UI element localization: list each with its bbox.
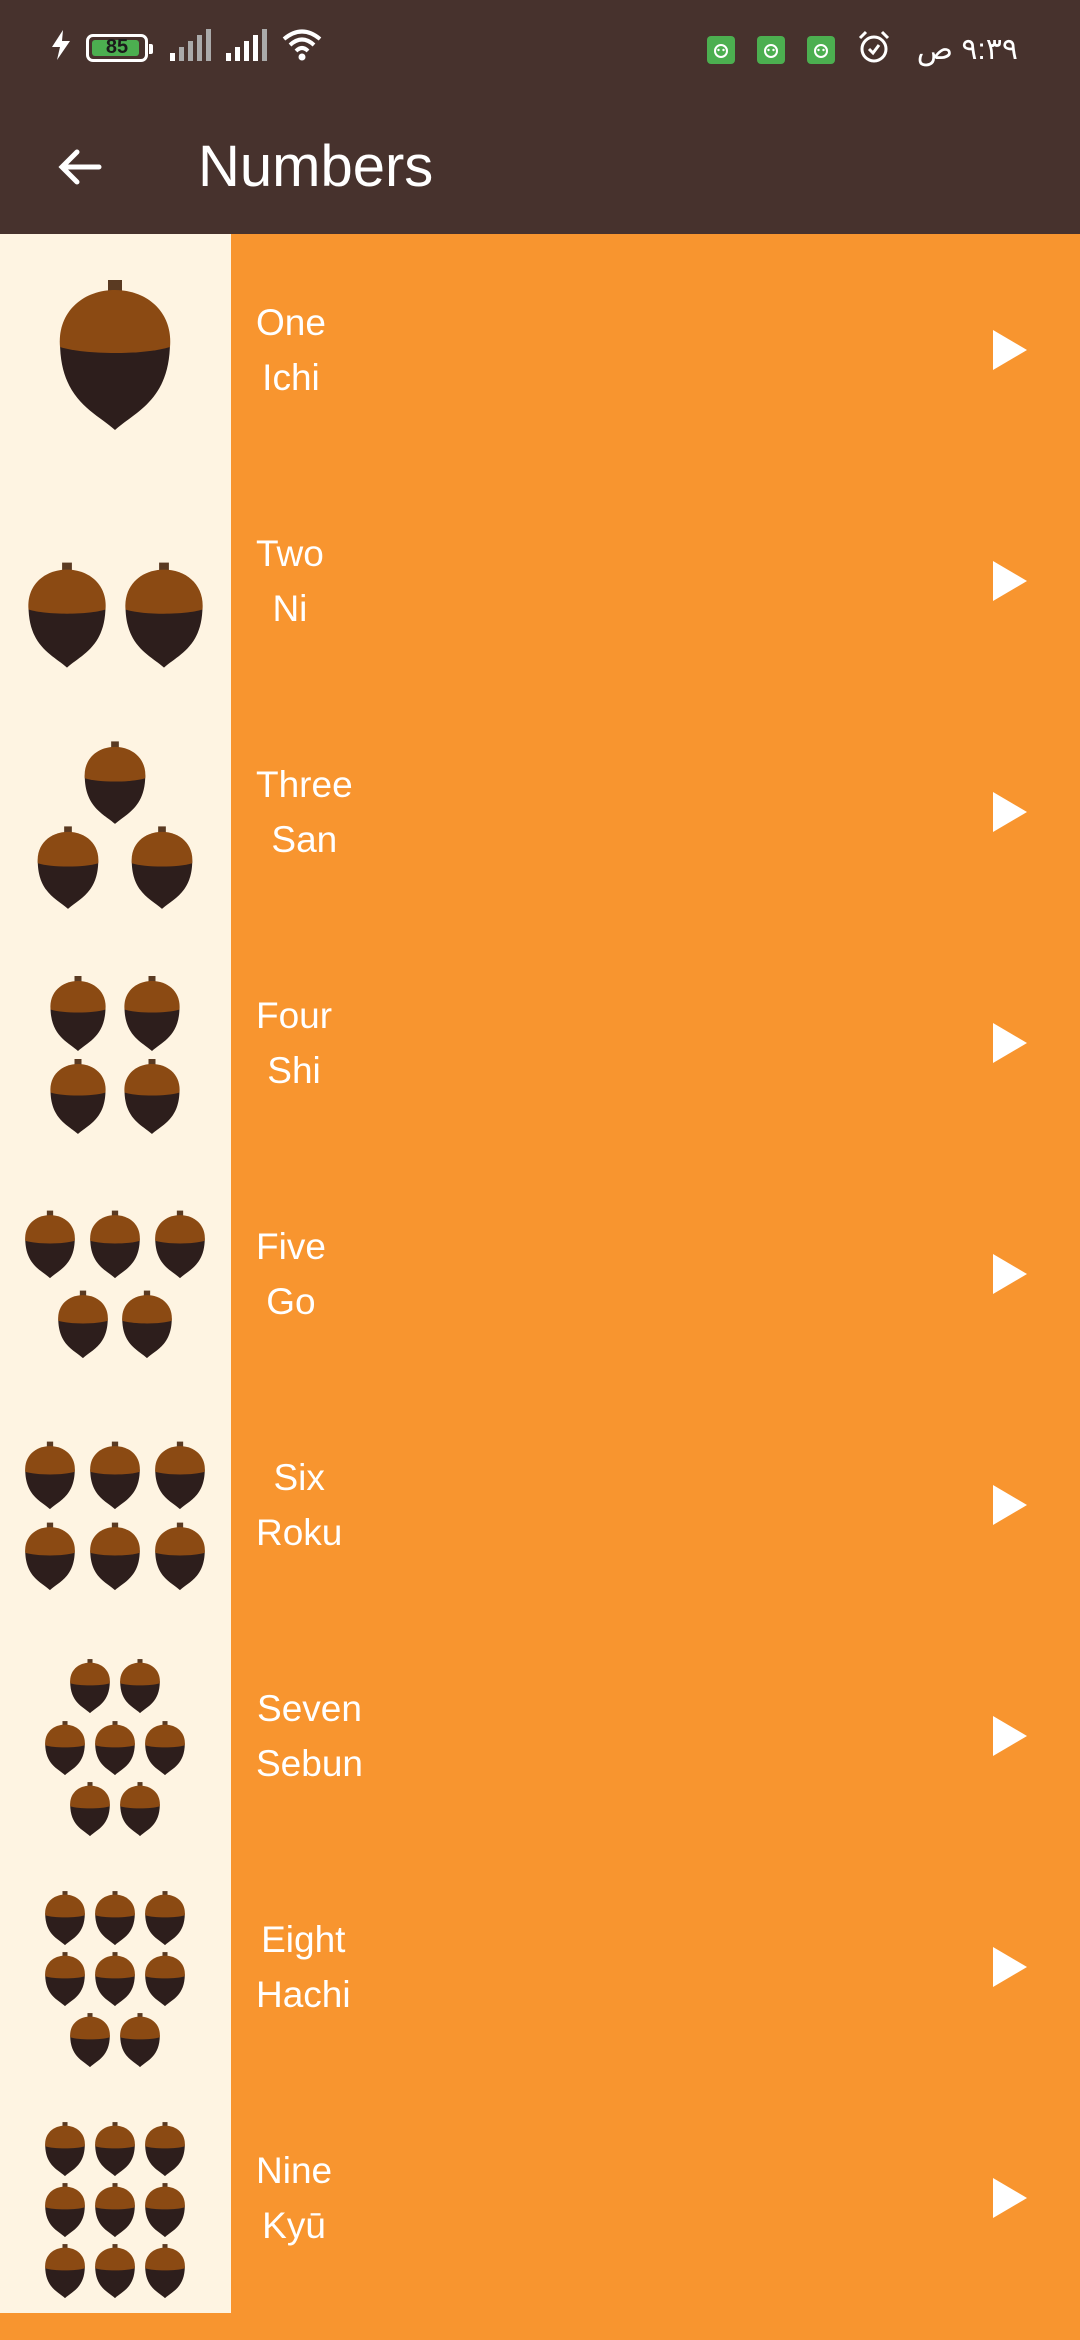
wifi-icon: [282, 28, 322, 67]
number-row[interactable]: Nine Kyū: [0, 2082, 1080, 2313]
play-button[interactable]: [985, 556, 1035, 606]
acorn-image: [0, 1620, 231, 1851]
number-content: Six Roku: [231, 1389, 1080, 1620]
play-icon: [993, 1946, 1027, 1987]
play-icon: [993, 1715, 1027, 1756]
acorn-image: [0, 234, 231, 465]
play-icon: [993, 1022, 1027, 1063]
english-word: Nine: [256, 2149, 333, 2191]
arrow-left-icon: [58, 149, 102, 185]
english-word: Three: [256, 763, 353, 805]
signal-icon: [226, 29, 268, 66]
acorn-image: [0, 1389, 231, 1620]
play-button[interactable]: [985, 1018, 1035, 1068]
numbers-list: One Ichi Two Ni Three San Four Shi Five …: [0, 234, 1080, 2313]
play-button[interactable]: [985, 325, 1035, 375]
acorn-image: [0, 2082, 231, 2313]
battery-level: 85: [105, 36, 129, 58]
japanese-word: Ichi: [262, 356, 320, 398]
japanese-word: Roku: [256, 1511, 343, 1553]
app-bar: Numbers: [0, 100, 1080, 234]
number-row[interactable]: Eight Hachi: [0, 1851, 1080, 2082]
japanese-word: San: [271, 818, 338, 860]
english-word: One: [256, 301, 326, 343]
number-row[interactable]: Four Shi: [0, 927, 1080, 1158]
play-icon: [993, 1484, 1027, 1525]
play-button[interactable]: [985, 2173, 1035, 2223]
number-content: Two Ni: [231, 465, 1080, 696]
signal-icon: [170, 29, 212, 66]
english-word: Two: [256, 532, 324, 574]
number-text: Three San: [256, 757, 353, 867]
japanese-word: Shi: [267, 1049, 321, 1091]
number-text: Four Shi: [256, 988, 332, 1098]
number-row[interactable]: Seven Sebun: [0, 1620, 1080, 1851]
english-word: Four: [256, 994, 333, 1036]
play-button[interactable]: [985, 1249, 1035, 1299]
number-content: Five Go: [231, 1158, 1080, 1389]
page-title: Numbers: [198, 134, 434, 199]
english-word: Six: [273, 1456, 325, 1498]
number-content: Nine Kyū: [231, 2082, 1080, 2313]
number-content: One Ichi: [231, 234, 1080, 465]
app-notification-icon: [756, 35, 785, 64]
acorn-image: [0, 465, 231, 696]
play-icon: [993, 560, 1027, 601]
number-row[interactable]: Five Go: [0, 1158, 1080, 1389]
app-notification-icon: [706, 35, 735, 64]
number-content: Three San: [231, 696, 1080, 927]
acorn-image: [0, 927, 231, 1158]
japanese-word: Kyū: [262, 2204, 326, 2246]
japanese-word: Go: [266, 1280, 316, 1322]
play-icon: [993, 791, 1027, 832]
number-content: Four Shi: [231, 927, 1080, 1158]
japanese-word: Ni: [272, 587, 308, 629]
acorn-image: [0, 696, 231, 927]
number-content: Eight Hachi: [231, 1851, 1080, 2082]
number-row[interactable]: One Ichi: [0, 234, 1080, 465]
number-content: Seven Sebun: [231, 1620, 1080, 1851]
number-text: Six Roku: [256, 1450, 342, 1560]
number-text: Two Ni: [256, 526, 324, 636]
back-button[interactable]: [40, 128, 118, 206]
number-text: Five Go: [256, 1219, 326, 1329]
english-word: Five: [256, 1225, 326, 1267]
play-button[interactable]: [985, 1711, 1035, 1761]
app-notification-icon: [806, 35, 835, 64]
status-bar: 85 ٩:٣٩ ص: [0, 0, 1080, 100]
number-text: Eight Hachi: [256, 1912, 351, 2022]
japanese-word: Sebun: [256, 1742, 363, 1784]
acorn-image: [0, 1158, 231, 1389]
number-text: One Ichi: [256, 295, 326, 405]
english-word: Seven: [257, 1687, 362, 1729]
number-row[interactable]: Three San: [0, 696, 1080, 927]
number-row[interactable]: Six Roku: [0, 1389, 1080, 1620]
charging-bolt-icon: [50, 30, 72, 65]
number-row[interactable]: Two Ni: [0, 465, 1080, 696]
status-time: ٩:٣٩ ص: [916, 33, 1018, 66]
play-icon: [993, 2177, 1027, 2218]
battery-icon: 85: [86, 33, 153, 62]
status-right: ٩:٣٩ ص: [706, 30, 1018, 69]
play-button[interactable]: [985, 1942, 1035, 1992]
status-left: 85: [50, 28, 322, 67]
play-button[interactable]: [985, 1480, 1035, 1530]
play-button[interactable]: [985, 787, 1035, 837]
acorn-image: [0, 1851, 231, 2082]
play-icon: [993, 329, 1027, 370]
japanese-word: Hachi: [256, 1973, 351, 2015]
number-text: Seven Sebun: [256, 1681, 363, 1791]
english-word: Eight: [261, 1918, 346, 1960]
number-text: Nine Kyū: [256, 2143, 332, 2253]
alarm-icon: [857, 30, 891, 69]
play-icon: [993, 1253, 1027, 1294]
